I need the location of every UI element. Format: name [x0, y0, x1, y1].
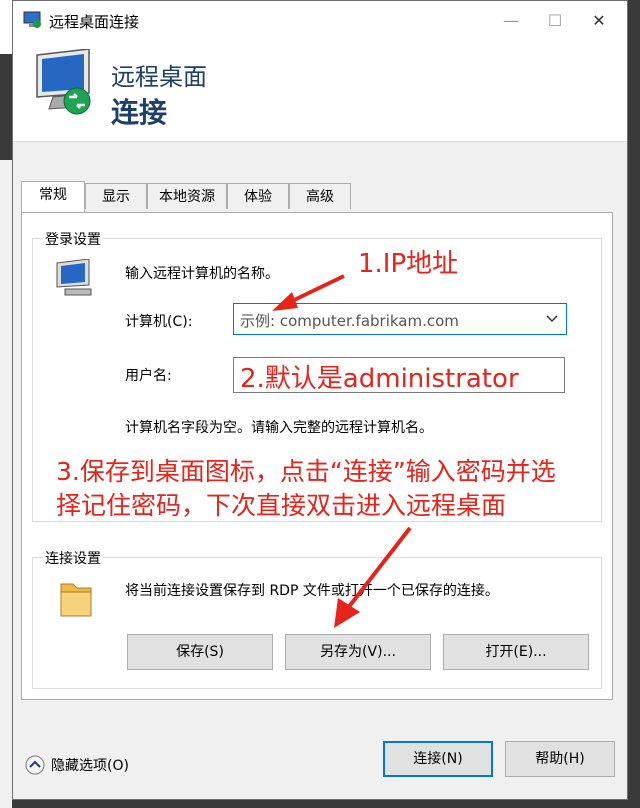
- header-banner: 远程桌面 连接: [13, 41, 627, 142]
- background-app: [0, 0, 12, 54]
- computer-combobox[interactable]: 示例: computer.fabrikam.com: [233, 303, 567, 335]
- maximize-button[interactable]: ☐: [535, 7, 575, 35]
- connect-button[interactable]: 连接(N): [383, 741, 493, 777]
- save-as-button[interactable]: 另存为(V)...: [285, 634, 431, 670]
- hide-options-label[interactable]: 隐藏选项(O): [51, 755, 129, 775]
- annotation-save-line2: 择记住密码，下次直接双击进入远程桌面: [56, 491, 507, 520]
- chevron-down-icon[interactable]: [546, 312, 558, 324]
- annotation-ip: 1.IP地址: [358, 249, 459, 279]
- background-app-lower: [0, 160, 12, 808]
- computer-label: 计算机(C):: [125, 314, 193, 330]
- computer-empty-hint: 计算机名字段为空。请输入完整的远程计算机名。: [125, 420, 433, 436]
- tab-advanced[interactable]: 高级: [289, 183, 351, 209]
- login-prompt: 输入远程计算机的名称。: [125, 266, 279, 282]
- open-button[interactable]: 打开(E)...: [443, 634, 589, 670]
- close-button[interactable]: ✕: [579, 7, 619, 35]
- save-button[interactable]: 保存(S): [127, 634, 273, 670]
- header-title-line1: 远程桌面: [111, 63, 207, 91]
- tab-experience[interactable]: 体验: [227, 183, 289, 209]
- remote-desktop-monitor-icon: [36, 49, 91, 115]
- tab-display[interactable]: 显示: [85, 183, 147, 209]
- annotation-username: 2.默认是administrator: [240, 364, 519, 394]
- chevron-up-circle-icon[interactable]: [25, 755, 45, 775]
- connection-settings-title: 连接设置: [43, 548, 103, 568]
- computer-input[interactable]: 示例: computer.fabrikam.com: [240, 310, 459, 331]
- tab-local-resources[interactable]: 本地资源: [147, 183, 227, 209]
- help-button[interactable]: 帮助(H): [505, 741, 615, 777]
- annotation-save-line1: 3.保存到桌面图标，点击“连接”输入密码并选: [56, 457, 556, 486]
- login-settings-title: 登录设置: [43, 229, 103, 249]
- tab-general[interactable]: 常规: [21, 181, 85, 212]
- rdp-window: 远程桌面连接 — ☐ ✕ 远程桌面 连接 常规 显示 本地资源 体验 高级 登录…: [12, 0, 628, 800]
- minimize-button[interactable]: —: [491, 7, 531, 35]
- connection-settings-group: 连接设置 将当前连接设置保存到 RDP 文件或打开一个已保存的连接。 保存(S)…: [32, 548, 602, 689]
- folder-icon: [60, 583, 92, 617]
- header-title-line2: 连接: [111, 96, 168, 129]
- username-label: 用户名:: [125, 368, 172, 384]
- computer-icon: [56, 259, 92, 296]
- title-bar[interactable]: 远程桌面连接 — ☐ ✕: [13, 1, 627, 41]
- remote-desktop-icon: [23, 11, 41, 28]
- connection-desc: 将当前连接设置保存到 RDP 文件或打开一个已保存的连接。: [125, 583, 499, 599]
- window-title: 远程桌面连接: [49, 13, 140, 31]
